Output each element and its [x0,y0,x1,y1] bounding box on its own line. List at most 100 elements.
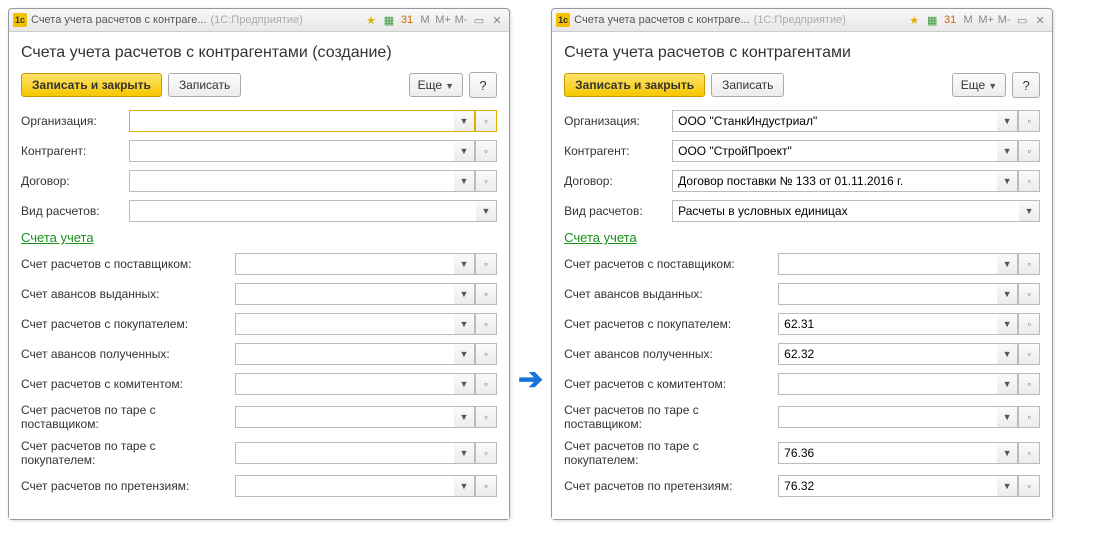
open-icon[interactable]: ▫ [475,343,497,365]
contragent-input[interactable] [129,140,454,162]
account-input[interactable] [235,283,454,305]
dropdown-icon[interactable]: ▼ [454,253,475,275]
account-input[interactable] [778,373,997,395]
calendar-icon[interactable]: 31 [399,12,415,28]
account-combo[interactable]: ▼▫ [235,406,497,428]
contract-combo[interactable]: ▼ ▫ [129,170,497,192]
open-icon[interactable]: ▫ [1018,406,1040,428]
org-combo[interactable]: ▼ ▫ [672,110,1040,132]
dropdown-icon[interactable]: ▼ [1019,200,1040,222]
dropdown-icon[interactable]: ▼ [997,253,1018,275]
favorite-icon[interactable]: ★ [906,12,922,28]
dropdown-icon[interactable]: ▼ [454,442,475,464]
org-input[interactable] [672,110,997,132]
dropdown-icon[interactable]: ▼ [454,110,475,132]
paytype-input[interactable] [129,200,476,222]
dropdown-icon[interactable]: ▼ [997,140,1018,162]
account-combo[interactable]: ▼▫ [778,475,1040,497]
account-combo[interactable]: ▼▫ [235,313,497,335]
dropdown-icon[interactable]: ▼ [997,170,1018,192]
account-input[interactable] [235,253,454,275]
open-icon[interactable]: ▫ [475,253,497,275]
open-icon[interactable]: ▫ [475,140,497,162]
open-icon[interactable]: ▫ [475,110,497,132]
account-input[interactable] [235,442,454,464]
maximize-icon[interactable]: ▭ [1014,12,1030,28]
section-title[interactable]: Счета учета [564,230,1040,245]
help-button[interactable]: ? [1012,72,1040,98]
mem-m-button[interactable]: M [417,12,433,28]
calendar-icon[interactable]: 31 [942,12,958,28]
more-button[interactable]: Еще▼ [952,73,1006,97]
open-icon[interactable]: ▫ [475,373,497,395]
open-icon[interactable]: ▫ [1018,373,1040,395]
close-icon[interactable]: ✕ [489,12,505,28]
account-input[interactable] [778,442,997,464]
account-combo[interactable]: ▼▫ [778,373,1040,395]
write-button[interactable]: Записать [711,73,784,97]
account-combo[interactable]: ▼▫ [235,442,497,464]
write-button[interactable]: Записать [168,73,241,97]
dropdown-icon[interactable]: ▼ [454,343,475,365]
dropdown-icon[interactable]: ▼ [454,406,475,428]
open-icon[interactable]: ▫ [475,406,497,428]
section-title[interactable]: Счета учета [21,230,497,245]
dropdown-icon[interactable]: ▼ [454,283,475,305]
contract-combo[interactable]: ▼ ▫ [672,170,1040,192]
contract-input[interactable] [672,170,997,192]
dropdown-icon[interactable]: ▼ [454,170,475,192]
open-icon[interactable]: ▫ [475,475,497,497]
contragent-combo[interactable]: ▼ ▫ [672,140,1040,162]
open-icon[interactable]: ▫ [1018,253,1040,275]
dropdown-icon[interactable]: ▼ [997,406,1018,428]
dropdown-icon[interactable]: ▼ [476,200,497,222]
contragent-combo[interactable]: ▼ ▫ [129,140,497,162]
favorite-icon[interactable]: ★ [363,12,379,28]
calculator-icon[interactable]: ▦ [924,12,940,28]
contragent-input[interactable] [672,140,997,162]
mem-mplus-button[interactable]: M+ [435,12,451,28]
account-combo[interactable]: ▼▫ [778,283,1040,305]
dropdown-icon[interactable]: ▼ [454,313,475,335]
account-input[interactable] [778,313,997,335]
paytype-combo[interactable]: ▼ [129,200,497,222]
account-input[interactable] [778,253,997,275]
account-input[interactable] [778,475,997,497]
contract-input[interactable] [129,170,454,192]
write-close-button[interactable]: Записать и закрыть [564,73,705,97]
account-combo[interactable]: ▼▫ [778,406,1040,428]
paytype-combo[interactable]: ▼ [672,200,1040,222]
account-combo[interactable]: ▼▫ [235,373,497,395]
mem-mminus-button[interactable]: M- [453,12,469,28]
open-icon[interactable]: ▫ [1018,442,1040,464]
dropdown-icon[interactable]: ▼ [454,140,475,162]
account-combo[interactable]: ▼▫ [235,475,497,497]
open-icon[interactable]: ▫ [1018,475,1040,497]
open-icon[interactable]: ▫ [1018,170,1040,192]
account-input[interactable] [778,343,997,365]
open-icon[interactable]: ▫ [1018,140,1040,162]
account-input[interactable] [235,343,454,365]
account-combo[interactable]: ▼▫ [778,313,1040,335]
close-icon[interactable]: ✕ [1032,12,1048,28]
dropdown-icon[interactable]: ▼ [997,283,1018,305]
account-combo[interactable]: ▼▫ [235,283,497,305]
account-combo[interactable]: ▼▫ [235,343,497,365]
org-combo[interactable]: ▼ ▫ [129,110,497,132]
dropdown-icon[interactable]: ▼ [997,442,1018,464]
calculator-icon[interactable]: ▦ [381,12,397,28]
mem-m-button[interactable]: M [960,12,976,28]
open-icon[interactable]: ▫ [475,283,497,305]
dropdown-icon[interactable]: ▼ [454,373,475,395]
more-button[interactable]: Еще▼ [409,73,463,97]
open-icon[interactable]: ▫ [475,442,497,464]
account-combo[interactable]: ▼▫ [778,253,1040,275]
org-input[interactable] [129,110,454,132]
mem-mminus-button[interactable]: M- [996,12,1012,28]
open-icon[interactable]: ▫ [1018,110,1040,132]
dropdown-icon[interactable]: ▼ [997,475,1018,497]
account-input[interactable] [778,283,997,305]
account-input[interactable] [778,406,997,428]
open-icon[interactable]: ▫ [475,170,497,192]
maximize-icon[interactable]: ▭ [471,12,487,28]
